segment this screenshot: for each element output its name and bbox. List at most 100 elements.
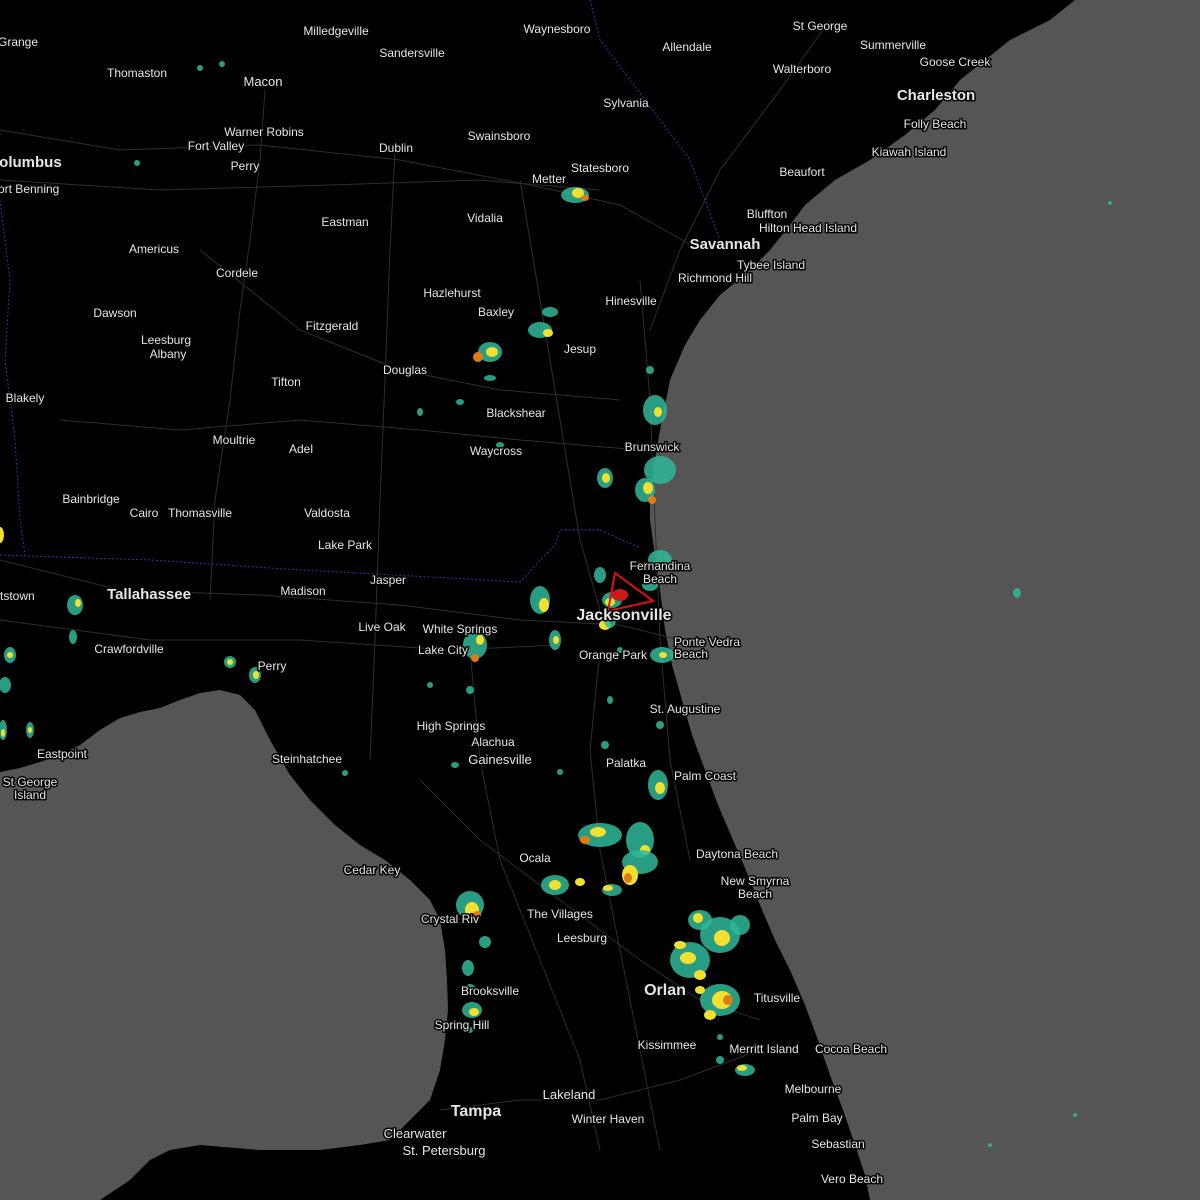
city-label: Moultrie xyxy=(213,433,256,447)
radar-cell xyxy=(1108,201,1112,205)
city-label: Fort Benning xyxy=(0,182,59,196)
city-label: Beaufort xyxy=(779,165,825,179)
city-label: Charleston xyxy=(897,87,975,104)
city-label: Thomaston xyxy=(107,66,167,80)
city-label: Crawfordville xyxy=(94,642,164,656)
radar-cell xyxy=(479,936,491,948)
city-label: Thomasville xyxy=(168,506,232,520)
city-label: Beach xyxy=(674,647,708,661)
city-label: Tampa xyxy=(451,1103,501,1120)
city-label: Macon xyxy=(243,74,282,89)
radar-cell xyxy=(539,598,549,612)
city-label: Vero Beach xyxy=(821,1172,883,1186)
city-label: Waynesboro xyxy=(524,22,591,36)
radar-cell xyxy=(557,769,563,775)
radar-cell xyxy=(134,160,140,166)
city-label: Cocoa Beach xyxy=(815,1042,887,1056)
city-label: Tallahassee xyxy=(107,586,191,603)
radar-cell xyxy=(542,307,558,317)
city-label: Baxley xyxy=(478,305,514,319)
city-label: Lakeland xyxy=(543,1087,596,1102)
city-label: Brooksville xyxy=(461,984,519,998)
radar-cell xyxy=(451,762,459,768)
city-label: Palatka xyxy=(606,756,646,770)
city-label: Alachua xyxy=(471,735,515,749)
radar-cell xyxy=(473,352,483,362)
radar-cell xyxy=(1073,1113,1077,1117)
city-label: Americus xyxy=(129,242,179,256)
city-label: Swainsboro xyxy=(468,129,531,143)
radar-cell xyxy=(553,636,559,644)
radar-cell xyxy=(602,473,610,483)
city-label: Statesboro xyxy=(571,161,629,175)
radar-cell xyxy=(655,782,665,794)
city-label: Vidalia xyxy=(467,211,503,225)
city-label: Palm Coast xyxy=(674,769,737,783)
city-label: Metter xyxy=(532,172,566,186)
radar-map[interactable]: Grange Milledgeville Waynesboro Allendale St… xyxy=(0,0,1200,1200)
city-label: Live Oak xyxy=(358,620,406,634)
city-label: Orlan xyxy=(644,982,686,999)
city-label: Jesup xyxy=(564,342,596,356)
city-label: Allendale xyxy=(662,40,712,54)
city-label: Lake Park xyxy=(318,538,373,552)
city-label: Clearwater xyxy=(384,1126,448,1141)
city-label: New Smyrna xyxy=(721,874,790,888)
radar-cell xyxy=(575,878,585,886)
radar-cell xyxy=(67,595,83,615)
radar-cell xyxy=(462,960,474,976)
city-label: Dawson xyxy=(93,306,136,320)
city-label: Tybee Island xyxy=(737,258,805,272)
city-label: Leesburg xyxy=(141,333,191,347)
city-label: Waycross xyxy=(470,444,522,458)
city-label: Albany xyxy=(150,347,187,361)
city-label: Orange Park xyxy=(579,648,648,662)
city-label: Bainbridge xyxy=(62,492,120,506)
radar-cell xyxy=(456,399,464,405)
radar-cell xyxy=(28,727,32,733)
city-label: Savannah xyxy=(690,236,761,253)
city-label: Perry xyxy=(258,659,287,673)
city-label: Douglas xyxy=(383,363,427,377)
city-label: Adel xyxy=(289,442,313,456)
city-label: Sebastian xyxy=(811,1137,864,1151)
radar-cell xyxy=(469,1008,479,1016)
radar-cell xyxy=(484,375,496,381)
city-label: The Villages xyxy=(527,907,593,921)
city-label: Palm Bay xyxy=(791,1111,842,1125)
radar-cell xyxy=(75,599,81,607)
radar-cell xyxy=(342,770,348,776)
city-label: Tifton xyxy=(271,375,301,389)
radar-cell xyxy=(693,913,703,923)
city-label: ntstown xyxy=(0,589,35,603)
city-label: Jacksonville xyxy=(576,607,671,624)
radar-cell xyxy=(543,329,553,337)
city-label: Beach xyxy=(738,887,772,901)
radar-cell xyxy=(988,1143,992,1147)
city-label: Valdosta xyxy=(304,506,350,520)
radar-cell xyxy=(486,347,498,357)
city-label: Eastpoint xyxy=(37,747,88,761)
radar-cell xyxy=(680,952,696,964)
radar-cell xyxy=(219,61,225,67)
city-label: Walterboro xyxy=(773,62,832,76)
city-label: Cordele xyxy=(216,266,258,280)
city-label: Sandersville xyxy=(379,46,445,60)
radar-cell xyxy=(694,970,706,980)
city-label: Fitzgerald xyxy=(306,319,359,333)
city-label: Gainesville xyxy=(468,752,532,767)
city-label: Fort Valley xyxy=(188,139,244,153)
radar-cell xyxy=(717,1034,723,1040)
city-label: Goose Creek xyxy=(920,55,992,69)
city-label: Kiawah Island xyxy=(872,145,947,159)
city-label: Crystal Riv xyxy=(421,912,479,926)
radar-cell xyxy=(730,915,750,935)
radar-cell xyxy=(659,652,667,658)
city-label: Eastman xyxy=(321,215,368,229)
radar-cell xyxy=(427,682,433,688)
city-label: Cedar Key xyxy=(344,863,401,877)
city-label: Columbus xyxy=(0,154,62,171)
city-label: Milledgeville xyxy=(303,24,369,38)
city-label: Titusville xyxy=(754,991,801,1005)
radar-cell xyxy=(466,686,474,694)
